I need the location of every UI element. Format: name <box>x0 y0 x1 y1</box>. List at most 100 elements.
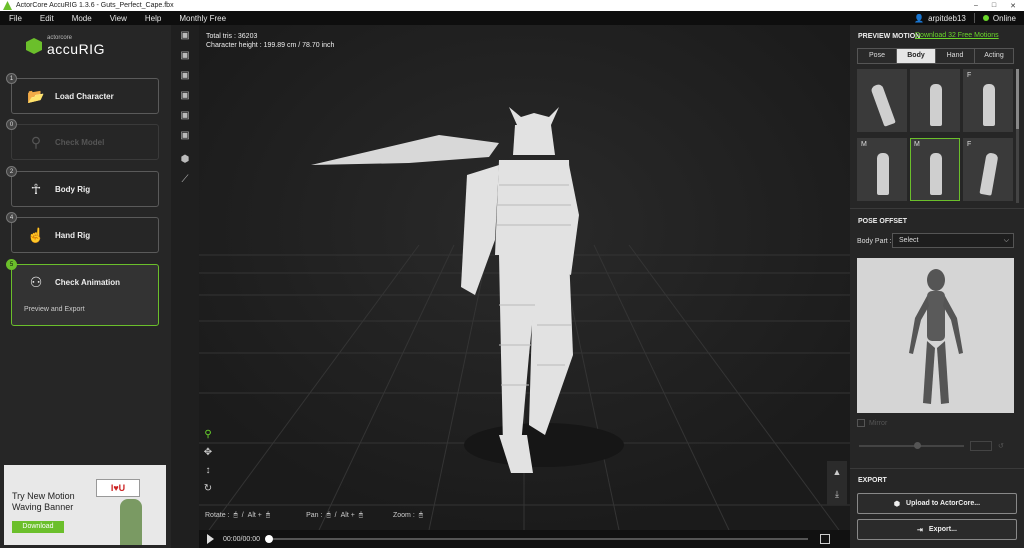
export-icon: ⇥ <box>917 526 923 534</box>
thumb-tag: M <box>914 140 920 148</box>
preview-panel: PREVIEW MOTION Download 32 Free Motions … <box>850 25 1024 548</box>
skeleton-icon[interactable]: ⟋ <box>171 169 199 189</box>
3d-viewport[interactable]: Total tris : 36203 Character height : 19… <box>199 25 850 530</box>
step-subtitle: Preview and Export <box>24 306 85 313</box>
thumbnails-scrollbar[interactable] <box>1016 69 1019 203</box>
back-view-icon[interactable]: ▣ <box>171 105 199 125</box>
side-view-icon[interactable]: ▣ <box>171 65 199 85</box>
motion-thumb[interactable] <box>857 69 907 132</box>
user-icon: 👤 <box>914 13 925 23</box>
mouse-left-icon: 🖱 <box>233 512 238 519</box>
username[interactable]: arpitdeb13 <box>928 14 966 23</box>
reset-icon[interactable]: ↺ <box>998 442 1004 450</box>
step-number: 2 <box>6 166 17 177</box>
pose-preview[interactable] <box>857 258 1014 413</box>
animation-check-icon: ⚇ <box>29 274 43 290</box>
viewport-scene <box>199 25 850 530</box>
scrubber-handle[interactable] <box>264 535 273 543</box>
menu-monthly-free[interactable]: Monthly Free <box>170 14 235 23</box>
mouse-wheel-icon: 🖱 <box>418 512 423 519</box>
mannequin-image <box>983 84 995 126</box>
maximize-button[interactable]: □ <box>992 2 996 10</box>
shading-icon[interactable]: ⬢ <box>171 149 199 169</box>
rotate-tool-icon[interactable]: ↻ <box>199 479 217 497</box>
body-rig-icon: ☥ <box>30 181 42 197</box>
mirror-checkbox[interactable] <box>857 419 865 427</box>
preview-motion-header: PREVIEW MOTION <box>858 33 921 40</box>
menu-help[interactable]: Help <box>136 14 170 23</box>
gizmo-tools: ⚲ ✥ ↕ ↻ <box>199 425 217 497</box>
step-hand-rig[interactable]: 4 ☝ Hand Rig <box>6 212 159 253</box>
offset-slider-handle[interactable] <box>914 442 921 449</box>
upload-to-actorcore-button[interactable]: ⬢ Upload to ActorCore... <box>857 493 1017 514</box>
step-body-rig[interactable]: 2 ☥ Body Rig <box>6 166 159 207</box>
offset-value-input[interactable] <box>970 441 992 451</box>
tab-pose[interactable]: Pose <box>858 49 897 63</box>
step-label: Load Character <box>55 92 114 101</box>
hint-slash: / <box>334 512 337 519</box>
bottom-view-icon[interactable]: ▣ <box>171 125 199 145</box>
step-check-animation[interactable]: 5 ⚇ Check Animation Preview and Export <box>6 259 159 326</box>
mouse-left-icon: 🖱 <box>265 512 271 519</box>
scale-tool-icon[interactable]: ↕ <box>199 461 217 479</box>
hint-alt: Alt + <box>340 512 355 519</box>
export-label: Export... <box>928 526 957 533</box>
divider <box>850 208 1024 209</box>
step-check-model[interactable]: 0 ⚲ Check Model <box>6 119 159 160</box>
actorcore-logo-icon <box>26 38 42 54</box>
promo-banner[interactable]: I♥U Try New Motion Waving Banner Downloa… <box>4 465 166 545</box>
tab-body[interactable]: Body <box>897 49 936 63</box>
hint-pan: Pan : <box>306 512 323 519</box>
timeline-scrubber[interactable] <box>264 535 808 543</box>
offset-slider-track[interactable] <box>859 442 964 449</box>
align-floor-icon[interactable]: ▲ <box>827 461 847 483</box>
select-tool-icon[interactable]: ⚲ <box>199 425 217 443</box>
window-title: ActorCore AccuRIG 1.3.6 - Guts_Perfect_C… <box>16 2 174 9</box>
download-free-motions-link[interactable]: Download 32 Free Motions <box>915 32 999 39</box>
step-label: Check Model <box>55 138 105 147</box>
menu-mode[interactable]: Mode <box>63 14 101 23</box>
hint-rotate: Rotate : <box>205 512 230 519</box>
banner-figure-image <box>120 499 142 545</box>
cube-view-icon[interactable]: ▣ <box>171 25 199 45</box>
play-icon[interactable] <box>207 534 214 544</box>
menu-edit[interactable]: Edit <box>31 14 63 23</box>
menu-file[interactable]: File <box>0 14 31 23</box>
divider <box>973 13 975 23</box>
top-view-icon[interactable]: ▣ <box>171 85 199 105</box>
mannequin-image <box>930 152 942 195</box>
menu-view[interactable]: View <box>101 14 136 23</box>
banner-download-button[interactable]: Download <box>12 521 64 533</box>
title-bar: ActorCore AccuRIG 1.3.6 - Guts_Perfect_C… <box>0 0 1024 11</box>
banner-sign: I♥U <box>96 479 140 497</box>
brand-big: accuRIG <box>47 41 105 57</box>
fullscreen-icon[interactable] <box>819 534 830 544</box>
export-button[interactable]: ⇥ Export... <box>857 519 1017 540</box>
banner-subtitle: Waving Banner <box>12 502 74 512</box>
view-tool-strip: ▣ ▣ ▣ ▣ ▣ ▣ ⬢ ⟋ <box>171 25 199 548</box>
scrollbar-thumb[interactable] <box>1016 69 1019 129</box>
brand-logo: actorcore accuRIG <box>26 35 105 57</box>
tab-acting[interactable]: Acting <box>975 49 1013 63</box>
motion-thumb[interactable] <box>910 69 960 132</box>
body-part-label: Body Part : <box>857 238 892 245</box>
motion-thumb[interactable]: F <box>963 69 1013 132</box>
thumb-tag: F <box>967 140 972 148</box>
motion-thumb[interactable]: M <box>857 137 907 201</box>
minimize-button[interactable]: – <box>974 2 978 10</box>
drop-to-floor-icon[interactable]: ⤓ <box>827 483 847 505</box>
step-label: Hand Rig <box>55 231 91 240</box>
body-part-select[interactable]: Select ⌵ <box>892 233 1014 248</box>
mannequin-preview-image <box>909 269 963 404</box>
step-number: 1 <box>6 73 17 84</box>
step-number: 5 <box>6 259 17 270</box>
motion-tabs: Pose Body Hand Acting <box>857 48 1014 64</box>
front-view-icon[interactable]: ▣ <box>171 45 199 65</box>
tab-hand[interactable]: Hand <box>936 49 975 63</box>
mouse-hints: Rotate : 🖱 / Alt + 🖱 Pan : 🖱 / Alt + 🖱 Z… <box>205 512 427 520</box>
move-tool-icon[interactable]: ✥ <box>199 443 217 461</box>
motion-thumb[interactable]: F <box>963 137 1013 201</box>
close-button[interactable]: ✕ <box>1010 2 1016 10</box>
motion-thumb[interactable]: M <box>910 137 960 201</box>
step-load-character[interactable]: 1 📂 Load Character <box>6 73 159 114</box>
